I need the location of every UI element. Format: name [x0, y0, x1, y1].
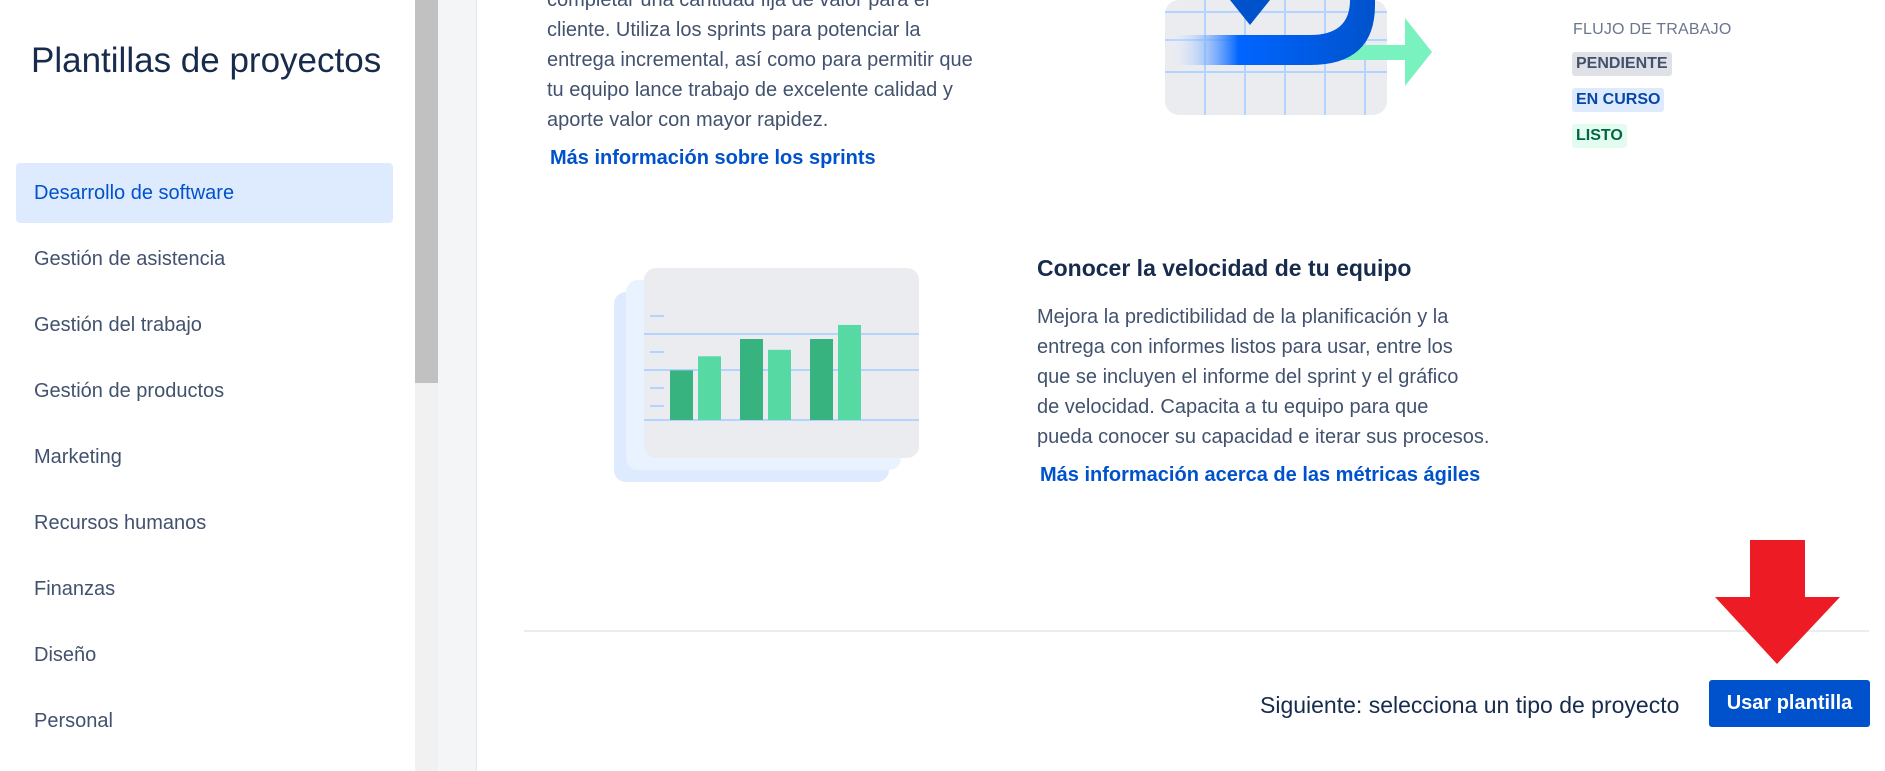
agile-metrics-learn-more-link[interactable]: Más información acerca de las métricas á…: [1040, 464, 1480, 487]
status-lozenge-in-progress: EN CURSO: [1572, 88, 1665, 112]
sidebar-item-product-management[interactable]: Gestión de productos: [16, 361, 393, 421]
sprints-learn-more-link[interactable]: Más información sobre los sprints: [550, 147, 876, 170]
velocity-heading: Conocer la velocidad de tu equipo: [1037, 255, 1412, 281]
sidebar-item-service-management[interactable]: Gestión de asistencia: [16, 229, 393, 289]
velocity-bar-4: [768, 349, 791, 420]
sidebar-item-human-resources[interactable]: Recursos humanos: [16, 493, 393, 553]
sidebar-title: Plantillas de proyectos: [31, 41, 382, 80]
velocity-bar-6: [838, 324, 861, 420]
red-down-arrow-icon: [1715, 540, 1840, 664]
velocity-bar-1: [670, 370, 693, 420]
sidebar-item-work-management[interactable]: Gestión del trabajo: [16, 295, 393, 355]
sidebar: Plantillas de proyectos Desarrollo de so…: [0, 0, 415, 771]
status-lozenge-todo: PENDIENTE: [1572, 52, 1672, 76]
velocity-description: Mejora la predictibilidad de la planific…: [1037, 306, 1490, 448]
velocity-bar-5: [810, 339, 833, 420]
sidebar-item-personal[interactable]: Personal: [16, 691, 393, 751]
velocity-bar-2: [698, 356, 721, 420]
use-template-button[interactable]: Usar plantilla: [1709, 680, 1870, 727]
workflow-label: FLUJO DE TRABAJO: [1573, 21, 1732, 38]
footer-divider: [524, 630, 1869, 632]
sidebar-item-finance[interactable]: Finanzas: [16, 559, 393, 619]
sidebar-item-marketing[interactable]: Marketing: [16, 427, 393, 487]
velocity-bar-chart-illustration: [614, 268, 919, 482]
sidebar-scrollbar-thumb[interactable]: [415, 0, 438, 383]
sprint-cycle-illustration: [1165, 0, 1432, 115]
status-lozenge-done: LISTO: [1572, 124, 1627, 148]
sidebar-item-design[interactable]: Diseño: [16, 625, 393, 685]
velocity-bar-3: [740, 339, 763, 420]
panel-gap: [438, 0, 476, 771]
next-step-text: Siguiente: selecciona un tipo de proyect…: [1260, 692, 1680, 718]
sidebar-item-software-development[interactable]: Desarrollo de software: [16, 163, 393, 223]
sprints-description: completar una cantidad fija de valor par…: [547, 0, 973, 131]
